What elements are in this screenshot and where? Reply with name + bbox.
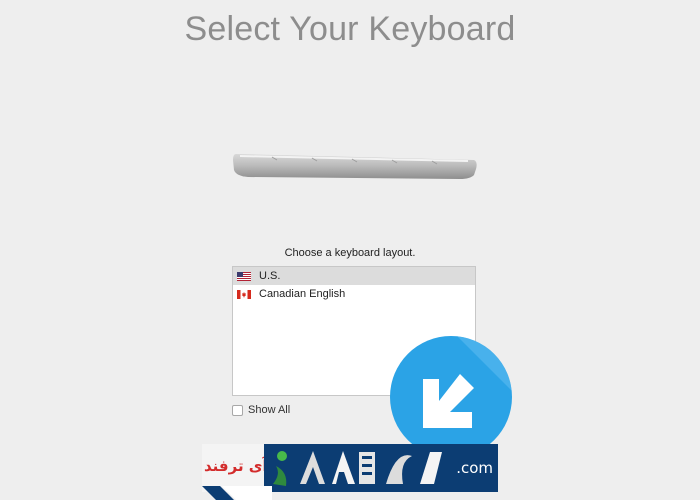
layout-item-label: Canadian English [259,288,346,300]
page-title: Select Your Keyboard [184,10,516,48]
layout-item-us[interactable]: U.S. [233,267,475,285]
arrow-overlay-button [390,336,512,458]
layout-item-canadian-english[interactable]: Canadian English [233,285,475,303]
watermark-corner-mark [202,486,272,500]
layout-item-label: U.S. [259,270,281,282]
watermark-logo: آی ترفند .com [202,444,498,492]
layout-prompt: Choose a keyboard layout. [284,247,416,259]
us-flag-icon [237,271,251,281]
show-all-option[interactable]: Show All [232,404,290,416]
arrow-down-left-icon [423,336,512,428]
show-all-label: Show All [248,404,291,416]
watermark-graphic [264,444,458,492]
watermark-right-text: .com [456,459,493,477]
canada-flag-icon [237,289,251,299]
show-all-checkbox[interactable] [232,404,243,416]
keyboard-illustration [233,154,477,179]
